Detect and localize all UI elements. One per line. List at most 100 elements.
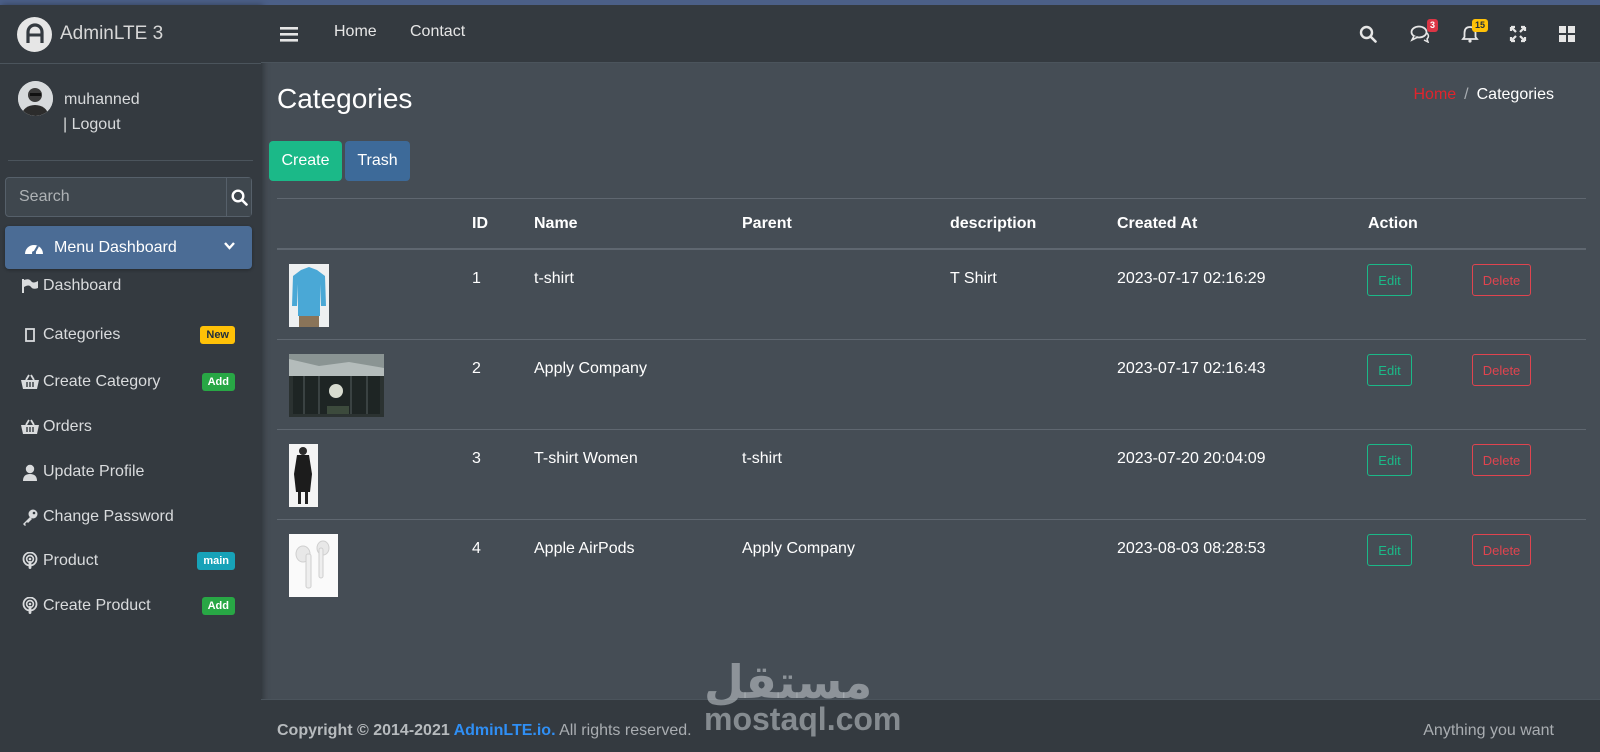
table-row: 3 T-shirt Women t-shirt 2023-07-20 20:04…: [277, 430, 1586, 520]
menu-dashboard-toggle[interactable]: Menu Dashboard: [5, 226, 252, 269]
cell-created-at: 2023-07-17 02:16:29: [1117, 270, 1266, 287]
category-thumbnail: [289, 264, 329, 327]
tachometer-icon: [25, 244, 43, 255]
delete-button[interactable]: Delete: [1472, 354, 1531, 386]
trash-button[interactable]: Trash: [345, 141, 410, 181]
sidebar-item-label: Product: [43, 552, 99, 569]
cell-name: Apple AirPods: [534, 540, 635, 557]
sidebar-item-label: Update Profile: [43, 463, 145, 480]
cell-name: t-shirt: [534, 270, 574, 287]
column-header-description: description: [950, 215, 1037, 232]
adminlte-logo-icon: [17, 16, 52, 52]
badge-new: New: [200, 326, 235, 344]
brand-text: AdminLTE 3: [60, 23, 164, 44]
column-header-created-at: Created At: [1117, 215, 1198, 232]
adminlte-link[interactable]: AdminLTE.io.: [454, 722, 556, 739]
cell-id: 1: [472, 270, 481, 287]
chevron-down-icon: [224, 242, 235, 250]
navbar-search-icon[interactable]: [1356, 22, 1380, 46]
key-icon: [20, 507, 40, 527]
sidebar-item-change-password[interactable]: Change Password: [20, 502, 235, 532]
search-button[interactable]: [226, 178, 251, 216]
footer-right-text: Anything you want: [1423, 722, 1554, 739]
edit-button[interactable]: Edit: [1367, 354, 1412, 386]
cell-parent: t-shirt: [742, 450, 782, 467]
podcast-icon: [20, 596, 40, 616]
menu-dashboard-label: Menu Dashboard: [54, 238, 177, 256]
badge-add: Add: [201, 597, 235, 615]
sidebar-item-dashboard[interactable]: Dashboard: [20, 271, 235, 301]
square-icon: [20, 325, 40, 345]
cell-id: 4: [472, 540, 481, 557]
cell-id: 2: [472, 360, 481, 377]
basket-icon: [20, 372, 40, 392]
sidebar-item-update-profile[interactable]: Update Profile: [20, 457, 235, 487]
top-navbar: Home Contact 3 15: [261, 5, 1600, 63]
search-icon: [230, 188, 248, 206]
basket-icon: [20, 417, 40, 437]
page-title: Categories: [277, 83, 413, 114]
edit-button[interactable]: Edit: [1367, 264, 1412, 296]
flag-icon: [20, 276, 40, 296]
delete-button[interactable]: Delete: [1472, 444, 1531, 476]
delete-button[interactable]: Delete: [1472, 264, 1531, 296]
sidebar-item-orders[interactable]: Orders: [20, 412, 235, 442]
nav-link-home[interactable]: Home: [334, 23, 377, 41]
avatar[interactable]: [18, 81, 53, 116]
footer: Copyright © 2014-2021 AdminLTE.io. All r…: [261, 699, 1600, 752]
notifications-count-badge: 15: [1471, 19, 1488, 32]
delete-button[interactable]: Delete: [1472, 534, 1531, 566]
user-panel: muhanned | Logout: [8, 64, 253, 161]
breadcrumb-separator: /: [1464, 86, 1469, 103]
podcast-icon: [20, 551, 40, 571]
edit-button[interactable]: Edit: [1367, 534, 1412, 566]
notifications-bell-icon[interactable]: 15: [1458, 19, 1488, 46]
footer-copyright: Copyright © 2014-2021 AdminLTE.io. All r…: [277, 722, 692, 740]
sidebar-search: [5, 177, 252, 217]
cell-name: T-shirt Women: [534, 450, 638, 467]
hamburger-menu-icon[interactable]: [277, 22, 301, 46]
brand-link[interactable]: AdminLTE 3: [0, 5, 261, 64]
table-row: 2 Apply Company 2023-07-17 02:16:43 Edit…: [277, 340, 1586, 430]
user-name[interactable]: muhanned: [64, 91, 140, 109]
breadcrumb-current: Categories: [1476, 86, 1554, 103]
table-row: 1 t-shirt T Shirt 2023-07-17 02:16:29 Ed…: [277, 250, 1586, 340]
search-input[interactable]: [6, 178, 226, 216]
category-thumbnail: [289, 354, 384, 417]
sidebar-item-create-product[interactable]: Create Product Add: [20, 591, 235, 621]
create-button[interactable]: Create: [269, 141, 342, 181]
column-header-name: Name: [534, 215, 578, 232]
fullscreen-expand-icon[interactable]: [1506, 22, 1530, 46]
cell-parent: Apply Company: [742, 540, 855, 557]
messages-count-badge: 3: [1426, 19, 1438, 32]
sidebar-item-label: Dashboard: [43, 277, 122, 294]
badge-main: main: [197, 552, 235, 570]
sidebar-item-label: Categories: [43, 326, 121, 343]
breadcrumb: Home / Categories: [1413, 86, 1554, 104]
cell-created-at: 2023-08-03 08:28:53: [1117, 540, 1266, 557]
breadcrumb-home-link[interactable]: Home: [1413, 86, 1456, 103]
edit-button[interactable]: Edit: [1367, 444, 1412, 476]
control-sidebar-grid-icon[interactable]: [1555, 22, 1579, 46]
sidebar-item-label: Create Product: [43, 597, 151, 614]
messages-icon[interactable]: 3: [1408, 19, 1438, 46]
table-top-border: [277, 198, 1586, 199]
cell-created-at: 2023-07-17 02:16:43: [1117, 360, 1266, 377]
column-header-parent: Parent: [742, 215, 792, 232]
cell-id: 3: [472, 450, 481, 467]
sidebar-item-create-category[interactable]: Create Category Add: [20, 367, 235, 397]
table-row: 4 Apple AirPods Apply Company 2023-08-03…: [277, 520, 1586, 610]
nav-link-contact[interactable]: Contact: [410, 23, 465, 41]
sidebar-item-categories[interactable]: Categories New: [20, 320, 235, 350]
copyright-text: Copyright © 2014-2021: [277, 722, 454, 739]
logout-link[interactable]: | Logout: [63, 116, 121, 134]
column-header-action: Action: [1368, 215, 1418, 232]
cell-description: T Shirt: [950, 270, 997, 287]
category-thumbnail: [289, 534, 338, 597]
user-icon: [20, 462, 40, 482]
category-thumbnail: [289, 444, 318, 507]
sidebar-item-product[interactable]: Product main: [20, 546, 235, 576]
badge-add: Add: [201, 373, 235, 391]
sidebar: AdminLTE 3 muhanned | Logout Search Menu…: [0, 5, 261, 752]
sidebar-item-label: Change Password: [43, 508, 174, 525]
